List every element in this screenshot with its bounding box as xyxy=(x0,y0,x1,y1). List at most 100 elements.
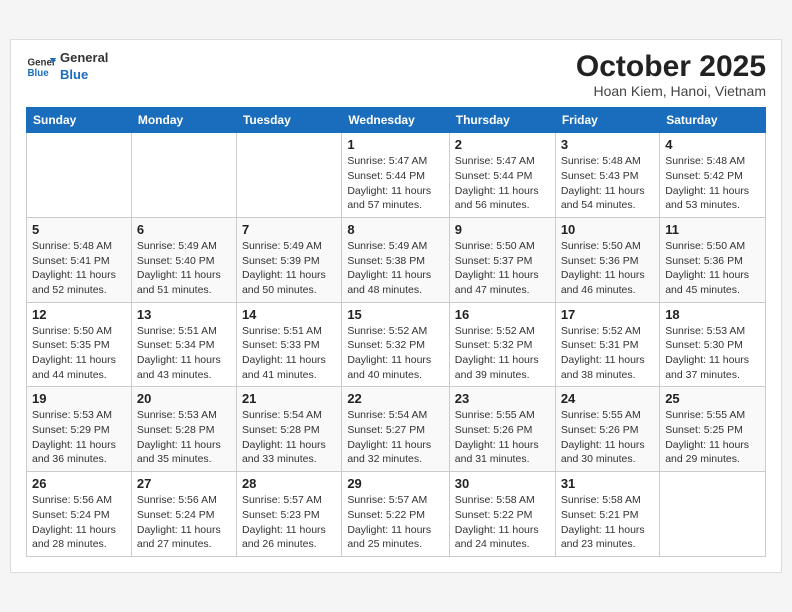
day-number: 15 xyxy=(347,307,443,322)
day-info: Sunrise: 5:50 AMSunset: 5:35 PMDaylight:… xyxy=(32,324,126,383)
logo-icon: General Blue xyxy=(26,52,56,82)
week-row-5: 26 Sunrise: 5:56 AMSunset: 5:24 PMDayligh… xyxy=(27,472,766,557)
day-number: 19 xyxy=(32,391,126,406)
day-info: Sunrise: 5:51 AMSunset: 5:33 PMDaylight:… xyxy=(242,324,336,383)
day-cell: 27 Sunrise: 5:56 AMSunset: 5:24 PMDayligh… xyxy=(131,472,236,557)
day-number: 26 xyxy=(32,476,126,491)
week-row-4: 19 Sunrise: 5:53 AMSunset: 5:29 PMDayligh… xyxy=(27,387,766,472)
day-cell: 9 Sunrise: 5:50 AMSunset: 5:37 PMDaylight… xyxy=(449,217,555,302)
header-thursday: Thursday xyxy=(449,108,555,133)
day-number: 17 xyxy=(561,307,654,322)
calendar-container: General Blue General Blue October 2025 H… xyxy=(10,39,782,573)
day-info: Sunrise: 5:54 AMSunset: 5:28 PMDaylight:… xyxy=(242,408,336,467)
day-cell: 11 Sunrise: 5:50 AMSunset: 5:36 PMDayligh… xyxy=(660,217,766,302)
day-info: Sunrise: 5:51 AMSunset: 5:34 PMDaylight:… xyxy=(137,324,231,383)
logo-general: General xyxy=(60,50,108,67)
day-number: 31 xyxy=(561,476,654,491)
day-info: Sunrise: 5:52 AMSunset: 5:32 PMDaylight:… xyxy=(455,324,550,383)
header-tuesday: Tuesday xyxy=(236,108,341,133)
day-number: 28 xyxy=(242,476,336,491)
day-cell: 6 Sunrise: 5:49 AMSunset: 5:40 PMDaylight… xyxy=(131,217,236,302)
day-info: Sunrise: 5:47 AMSunset: 5:44 PMDaylight:… xyxy=(455,154,550,213)
logo: General Blue General Blue xyxy=(26,50,108,84)
day-info: Sunrise: 5:52 AMSunset: 5:31 PMDaylight:… xyxy=(561,324,654,383)
calendar-table: SundayMondayTuesdayWednesdayThursdayFrid… xyxy=(26,107,766,557)
day-cell: 19 Sunrise: 5:53 AMSunset: 5:29 PMDayligh… xyxy=(27,387,132,472)
day-number: 1 xyxy=(347,137,443,152)
day-cell: 29Sunrise: 5:57 AMSunset: 5:22 PMDayligh… xyxy=(342,472,449,557)
day-number: 2 xyxy=(455,137,550,152)
svg-text:Blue: Blue xyxy=(28,68,50,79)
day-info: Sunrise: 5:48 AMSunset: 5:42 PMDaylight:… xyxy=(665,154,760,213)
day-cell xyxy=(131,133,236,218)
day-number: 30 xyxy=(455,476,550,491)
day-info: Sunrise: 5:57 AMSunset: 5:23 PMDaylight:… xyxy=(242,493,336,552)
day-cell: 22 Sunrise: 5:54 AMSunset: 5:27 PMDayligh… xyxy=(342,387,449,472)
day-number: 27 xyxy=(137,476,231,491)
day-cell: 16 Sunrise: 5:52 AMSunset: 5:32 PMDayligh… xyxy=(449,302,555,387)
logo-blue: Blue xyxy=(60,67,108,84)
day-cell: 26 Sunrise: 5:56 AMSunset: 5:24 PMDayligh… xyxy=(27,472,132,557)
day-info: Sunrise: 5:48 AMSunset: 5:41 PMDaylight:… xyxy=(32,239,126,298)
header-saturday: Saturday xyxy=(660,108,766,133)
header-monday: Monday xyxy=(131,108,236,133)
week-row-3: 12Sunrise: 5:50 AMSunset: 5:35 PMDayligh… xyxy=(27,302,766,387)
day-info: Sunrise: 5:56 AMSunset: 5:24 PMDaylight:… xyxy=(32,493,126,552)
day-info: Sunrise: 5:50 AMSunset: 5:37 PMDaylight:… xyxy=(455,239,550,298)
day-info: Sunrise: 5:54 AMSunset: 5:27 PMDaylight:… xyxy=(347,408,443,467)
day-info: Sunrise: 5:50 AMSunset: 5:36 PMDaylight:… xyxy=(561,239,654,298)
day-cell: 3 Sunrise: 5:48 AMSunset: 5:43 PMDaylight… xyxy=(555,133,659,218)
day-number: 6 xyxy=(137,222,231,237)
day-info: Sunrise: 5:52 AMSunset: 5:32 PMDaylight:… xyxy=(347,324,443,383)
day-cell: 28 Sunrise: 5:57 AMSunset: 5:23 PMDayligh… xyxy=(236,472,341,557)
month-title: October 2025 xyxy=(576,50,766,83)
day-info: Sunrise: 5:58 AMSunset: 5:21 PMDaylight:… xyxy=(561,493,654,552)
day-cell: 7Sunrise: 5:49 AMSunset: 5:39 PMDaylight… xyxy=(236,217,341,302)
day-cell xyxy=(236,133,341,218)
day-number: 3 xyxy=(561,137,654,152)
day-number: 21 xyxy=(242,391,336,406)
day-cell: 18Sunrise: 5:53 AMSunset: 5:30 PMDayligh… xyxy=(660,302,766,387)
header-friday: Friday xyxy=(555,108,659,133)
day-info: Sunrise: 5:49 AMSunset: 5:40 PMDaylight:… xyxy=(137,239,231,298)
day-number: 25 xyxy=(665,391,760,406)
day-cell: 12Sunrise: 5:50 AMSunset: 5:35 PMDayligh… xyxy=(27,302,132,387)
day-info: Sunrise: 5:56 AMSunset: 5:24 PMDaylight:… xyxy=(137,493,231,552)
day-cell xyxy=(27,133,132,218)
week-row-2: 5 Sunrise: 5:48 AMSunset: 5:41 PMDaylight… xyxy=(27,217,766,302)
day-number: 4 xyxy=(665,137,760,152)
day-number: 8 xyxy=(347,222,443,237)
day-cell: 13Sunrise: 5:51 AMSunset: 5:34 PMDayligh… xyxy=(131,302,236,387)
day-info: Sunrise: 5:48 AMSunset: 5:43 PMDaylight:… xyxy=(561,154,654,213)
day-info: Sunrise: 5:53 AMSunset: 5:29 PMDaylight:… xyxy=(32,408,126,467)
day-cell: 25Sunrise: 5:55 AMSunset: 5:25 PMDayligh… xyxy=(660,387,766,472)
day-number: 14 xyxy=(242,307,336,322)
day-cell: 30 Sunrise: 5:58 AMSunset: 5:22 PMDayligh… xyxy=(449,472,555,557)
day-info: Sunrise: 5:50 AMSunset: 5:36 PMDaylight:… xyxy=(665,239,760,298)
day-cell: 21 Sunrise: 5:54 AMSunset: 5:28 PMDayligh… xyxy=(236,387,341,472)
day-info: Sunrise: 5:58 AMSunset: 5:22 PMDaylight:… xyxy=(455,493,550,552)
day-cell: 31 Sunrise: 5:58 AMSunset: 5:21 PMDayligh… xyxy=(555,472,659,557)
day-cell: 4 Sunrise: 5:48 AMSunset: 5:42 PMDaylight… xyxy=(660,133,766,218)
day-number: 5 xyxy=(32,222,126,237)
day-info: Sunrise: 5:55 AMSunset: 5:26 PMDaylight:… xyxy=(455,408,550,467)
day-number: 22 xyxy=(347,391,443,406)
day-cell: 20Sunrise: 5:53 AMSunset: 5:28 PMDayligh… xyxy=(131,387,236,472)
day-number: 16 xyxy=(455,307,550,322)
day-cell: 14 Sunrise: 5:51 AMSunset: 5:33 PMDayligh… xyxy=(236,302,341,387)
title-block: October 2025 Hoan Kiem, Hanoi, Vietnam xyxy=(576,50,766,99)
day-number: 29 xyxy=(347,476,443,491)
day-info: Sunrise: 5:53 AMSunset: 5:28 PMDaylight:… xyxy=(137,408,231,467)
header: General Blue General Blue October 2025 H… xyxy=(26,50,766,99)
day-number: 11 xyxy=(665,222,760,237)
day-number: 23 xyxy=(455,391,550,406)
day-cell: 2 Sunrise: 5:47 AMSunset: 5:44 PMDaylight… xyxy=(449,133,555,218)
day-number: 18 xyxy=(665,307,760,322)
day-cell xyxy=(660,472,766,557)
header-row: SundayMondayTuesdayWednesdayThursdayFrid… xyxy=(27,108,766,133)
day-cell: 10 Sunrise: 5:50 AMSunset: 5:36 PMDayligh… xyxy=(555,217,659,302)
day-cell: 8Sunrise: 5:49 AMSunset: 5:38 PMDaylight… xyxy=(342,217,449,302)
day-number: 10 xyxy=(561,222,654,237)
day-number: 7 xyxy=(242,222,336,237)
day-number: 9 xyxy=(455,222,550,237)
